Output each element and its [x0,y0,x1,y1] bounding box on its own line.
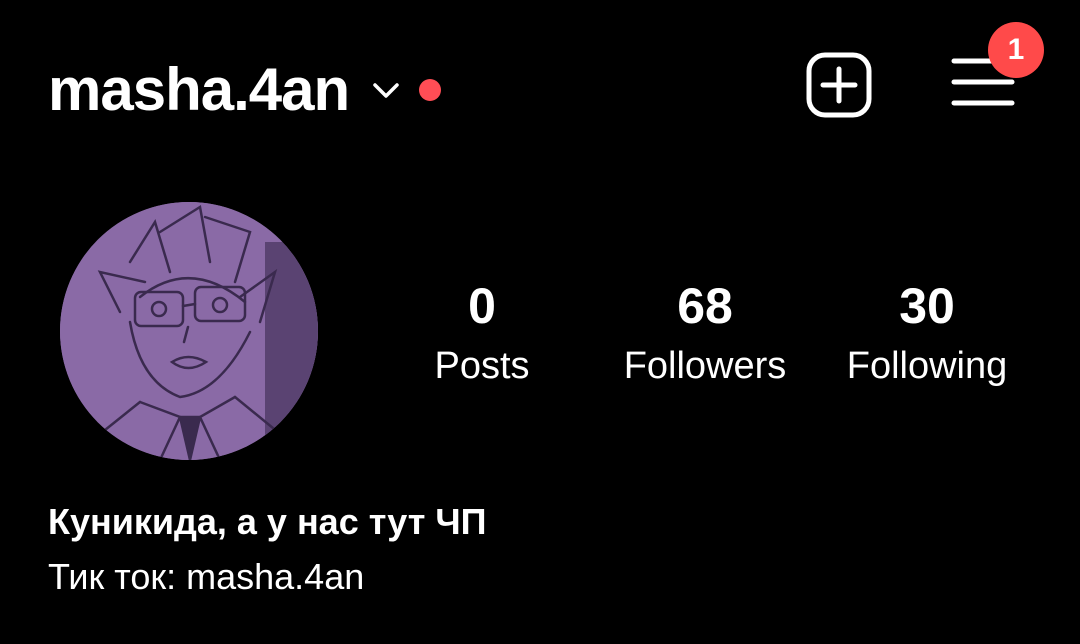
followers-label: Followers [623,345,787,387]
followers-stat[interactable]: 68 Followers [595,278,815,388]
posts-label: Posts [434,345,530,387]
avatar[interactable] [60,202,318,460]
posts-stat[interactable]: 0 Posts [372,278,592,388]
bio-display-name: Куникида, а у нас тут ЧП [48,501,487,542]
bio-text: Тик ток: masha.4an [48,556,365,597]
following-label: Following [846,345,1008,387]
posts-count: 0 [468,278,496,334]
followers-count: 68 [677,278,733,334]
live-indicator-dot [419,79,442,101]
new-post-button[interactable] [806,52,872,118]
username-title: masha.4an [48,56,350,123]
following-stat[interactable]: 30 Following [817,278,1037,388]
account-switcher[interactable]: masha.4an [48,50,442,130]
notification-badge: 1 [988,22,1044,78]
profile-header: masha.4an 1 [0,0,1080,170]
avatar-image [60,202,318,460]
plus-square-icon [806,52,872,118]
chevron-down-icon [371,75,401,105]
following-count: 30 [899,278,955,334]
